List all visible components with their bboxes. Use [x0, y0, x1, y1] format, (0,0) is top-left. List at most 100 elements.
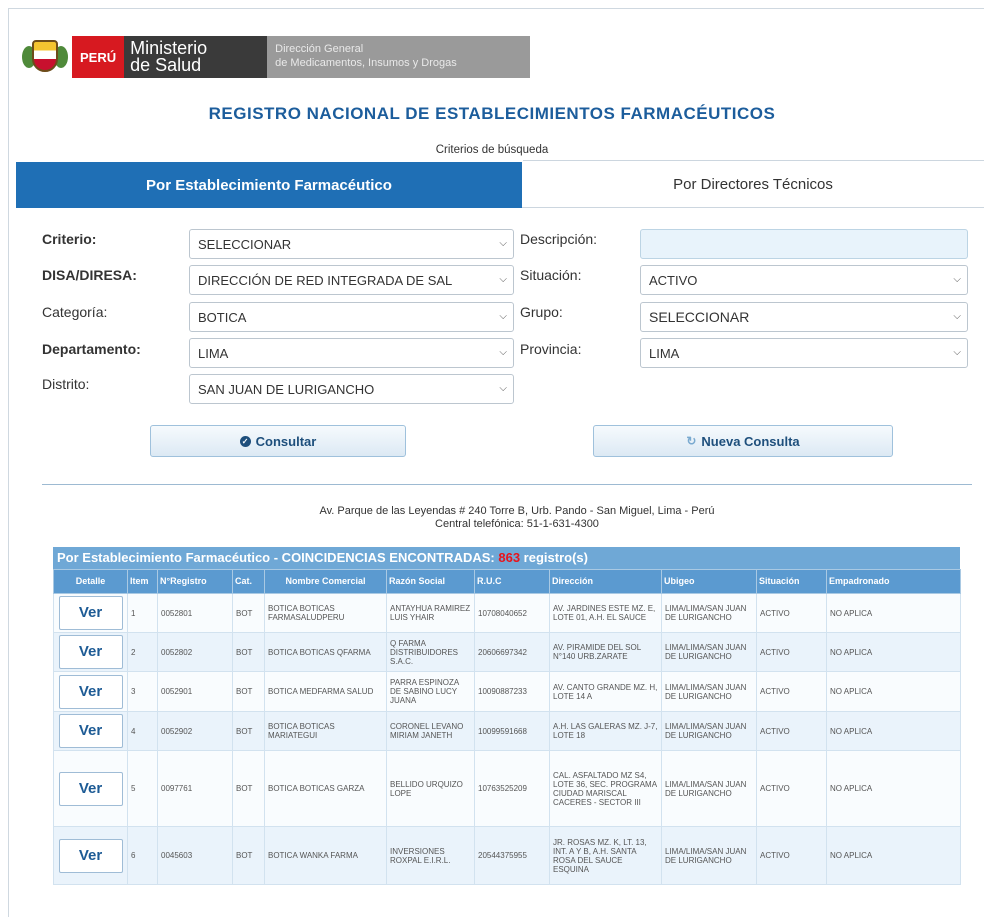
categoria-select-value: BOTICA — [198, 309, 247, 325]
search-criteria-heading: Criterios de búsqueda — [435, 144, 549, 156]
results-table: Detalle Item N°Registro Cat. Nombre Come… — [53, 569, 961, 885]
departamento-select[interactable]: LIMA ⌵ — [189, 338, 514, 368]
departamento-select-value: LIMA — [198, 345, 229, 361]
cell-direccion: AV. PIRAMIDE DEL SOL N°140 URB.ZARATE — [549, 632, 662, 672]
grupo-select-value: SELECCIONAR — [649, 309, 750, 325]
disa-select[interactable]: DIRECCIÓN DE RED INTEGRADA DE SAL ⌵ — [189, 265, 514, 295]
col-header-detalle: Detalle — [53, 569, 128, 594]
disa-select-value: DIRECCIÓN DE RED INTEGRADA DE SAL — [198, 272, 453, 288]
peru-coat-of-arms-icon — [22, 36, 68, 78]
cell-nombre: BOTICA BOTICAS GARZA — [264, 750, 387, 827]
situacion-select[interactable]: ACTIVO ⌵ — [640, 265, 968, 295]
col-header-empadronado: Empadronado — [826, 569, 961, 594]
cell-empadronado: NO APLICA — [826, 671, 961, 712]
cell-registro: 0052901 — [157, 671, 233, 712]
col-header-situacion: Situación — [756, 569, 827, 594]
cell-ubigeo: LIMA/LIMA/SAN JUAN DE LURIGANCHO — [661, 750, 757, 827]
cell-empadronado: NO APLICA — [826, 711, 961, 751]
departamento-label: Departamento: — [42, 341, 141, 357]
ver-button[interactable]: Ver — [58, 635, 123, 669]
phone-text: Central telefónica: 51-1-631-4300 — [435, 518, 599, 530]
cell-situacion: ACTIVO — [756, 593, 827, 633]
cell-empadronado: NO APLICA — [826, 632, 961, 672]
refresh-icon: ↻ — [686, 434, 697, 448]
page-title: REGISTRO NACIONAL DE ESTABLECIMIENTOS FA… — [208, 104, 776, 123]
cell-ubigeo: LIMA/LIMA/SAN JUAN DE LURIGANCHO — [661, 826, 757, 885]
directorate-name-line1: Dirección General — [275, 43, 364, 55]
categoria-select[interactable]: BOTICA ⌵ — [189, 302, 514, 332]
ver-button[interactable]: Ver — [58, 838, 123, 873]
cell-ruc: 10708040652 — [474, 593, 550, 633]
cell-nombre: BOTICA BOTICAS MARIATEGUI — [264, 711, 387, 751]
distrito-select[interactable]: SAN JUAN DE LURIGANCHO ⌵ — [189, 374, 514, 404]
ministry-name: Ministerio de Salud — [124, 36, 268, 78]
cell-registro: 0052802 — [157, 632, 233, 672]
descripcion-input[interactable] — [640, 229, 968, 259]
table-row: Ver 4 0052902 BOT BOTICA BOTICAS MARIATE… — [53, 711, 961, 751]
cell-nombre: BOTICA BOTICAS FARMASALUDPERU — [264, 593, 387, 633]
cell-ruc: 20544375955 — [474, 826, 550, 885]
cell-registro: 0045603 — [157, 826, 233, 885]
table-row: Ver 2 0052802 BOT BOTICA BOTICAS QFARMA … — [53, 632, 961, 672]
cell-razon: BELLIDO URQUIZO LOPE — [386, 750, 475, 827]
ver-button[interactable]: Ver — [58, 674, 123, 709]
cell-razon: INVERSIONES ROXPAL E.I.R.L. — [386, 826, 475, 885]
peru-logo-label: PERÚ — [72, 36, 125, 78]
cell-direccion: JR. ROSAS MZ. K, LT. 13, INT. A Y B, A.H… — [549, 826, 662, 885]
criterio-select-value: SELECCIONAR — [198, 236, 292, 252]
cell-nombre: BOTICA WANKA FARMA — [264, 826, 387, 885]
tab-directores-tecnicos[interactable]: Por Directores Técnicos — [522, 162, 984, 208]
ver-button[interactable]: Ver — [58, 771, 123, 806]
col-header-registro: N°Registro — [157, 569, 233, 594]
cell-situacion: ACTIVO — [756, 826, 827, 885]
chevron-down-icon: ⌵ — [499, 347, 507, 358]
directorate-name-line2: de Medicamentos, Insumos y Drogas — [275, 57, 457, 69]
ver-button[interactable]: Ver — [58, 596, 123, 630]
cell-direccion: AV. JARDINES ESTE MZ. E, LOTE 01, A.H. E… — [549, 593, 662, 633]
cell-ubigeo: LIMA/LIMA/SAN JUAN DE LURIGANCHO — [661, 671, 757, 712]
grupo-select[interactable]: SELECCIONAR ⌵ — [640, 302, 968, 332]
cell-item: 4 — [127, 711, 158, 751]
criterio-select[interactable]: SELECCIONAR ⌵ — [189, 229, 514, 259]
results-count: 863 — [498, 550, 521, 565]
address-text: Av. Parque de las Leyendas # 240 Torre B… — [319, 505, 715, 517]
situacion-label: Situación: — [520, 267, 582, 283]
cell-ubigeo: LIMA/LIMA/SAN JUAN DE LURIGANCHO — [661, 711, 757, 751]
categoria-label: Categoría: — [42, 304, 108, 320]
cell-cat: BOT — [232, 826, 265, 885]
col-header-ubigeo: Ubigeo — [661, 569, 757, 594]
cell-registro: 0052902 — [157, 711, 233, 751]
consultar-button[interactable]: ✓ Consultar — [150, 425, 406, 457]
chevron-down-icon: ⌵ — [953, 347, 961, 358]
distrito-label: Distrito: — [42, 376, 90, 392]
cell-razon: ANTAYHUA RAMIREZ LUIS YHAIR — [386, 593, 475, 633]
situacion-select-value: ACTIVO — [649, 272, 698, 288]
nueva-consulta-button[interactable]: ↻ Nueva Consulta — [593, 425, 893, 457]
chevron-down-icon: ⌵ — [953, 274, 961, 285]
table-row: Ver 1 0052801 BOT BOTICA BOTICAS FARMASA… — [53, 593, 961, 633]
ver-button[interactable]: Ver — [58, 714, 123, 748]
chevron-down-icon: ⌵ — [499, 274, 507, 285]
criterio-label: Criterio: — [42, 231, 97, 247]
grupo-label: Grupo: — [520, 304, 563, 320]
table-row: Ver 3 0052901 BOT BOTICA MEDFARMA SALUD … — [53, 671, 961, 712]
cell-item: 2 — [127, 632, 158, 672]
subtitle-divider — [523, 160, 984, 161]
results-header-suffix: registro(s) — [520, 550, 588, 565]
cell-cat: BOT — [232, 593, 265, 633]
col-header-cat: Cat. — [232, 569, 265, 594]
results-header-prefix: Por Establecimiento Farmacéutico - COINC… — [57, 550, 499, 565]
tab-establecimiento[interactable]: Por Establecimiento Farmacéutico — [16, 162, 522, 208]
results-header: Por Establecimiento Farmacéutico - COINC… — [53, 547, 960, 569]
cell-item: 5 — [127, 750, 158, 827]
search-circle-icon: ✓ — [239, 435, 251, 447]
cell-registro: 0097761 — [157, 750, 233, 827]
section-divider — [42, 484, 972, 485]
col-header-direccion: Dirección — [549, 569, 662, 594]
provincia-select[interactable]: LIMA ⌵ — [640, 338, 968, 368]
cell-situacion: ACTIVO — [756, 711, 827, 751]
cell-empadronado: NO APLICA — [826, 593, 961, 633]
directorate-name: Dirección General de Medicamentos, Insum… — [267, 36, 531, 78]
cell-ruc: 10099591668 — [474, 711, 550, 751]
provincia-select-value: LIMA — [649, 345, 680, 361]
